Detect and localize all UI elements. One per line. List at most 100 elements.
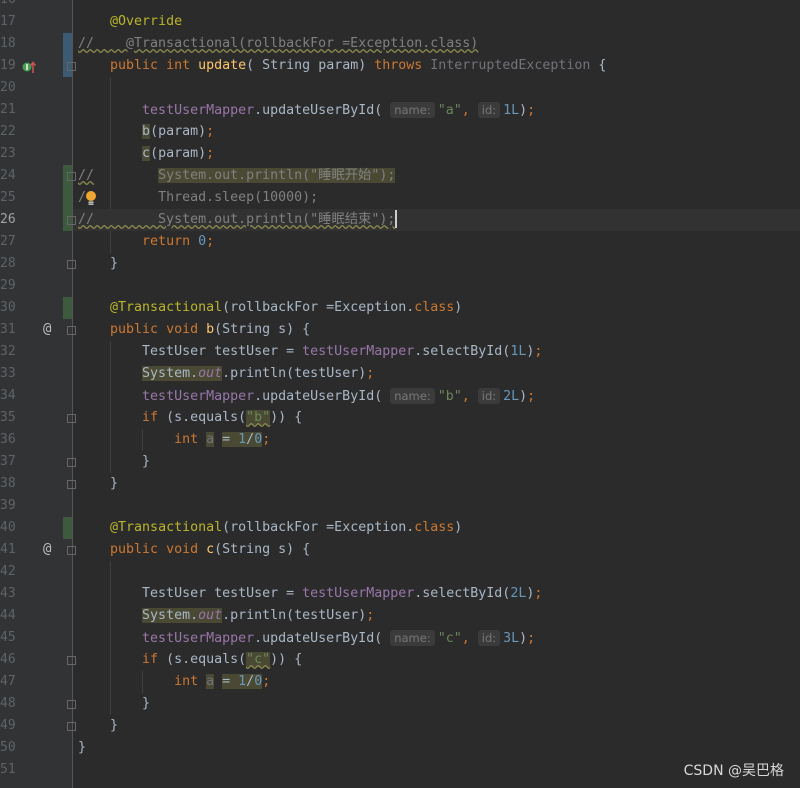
code-line[interactable]: } bbox=[78, 715, 118, 737]
line-number[interactable]: 51 bbox=[0, 759, 18, 781]
code-line[interactable]: System.out.println(testUser); bbox=[78, 363, 374, 385]
line-number[interactable]: 47 bbox=[0, 671, 18, 693]
code-token: } bbox=[78, 476, 119, 491]
line-number[interactable]: 41 bbox=[0, 539, 18, 561]
code-line[interactable]: if (s.equals("b")) { bbox=[78, 407, 302, 429]
line-number[interactable]: 35 bbox=[0, 407, 18, 429]
fold-icon[interactable] bbox=[67, 326, 76, 335]
line-number[interactable]: 18 bbox=[0, 33, 18, 55]
code-line[interactable]: @Transactional(rollbackFor =Exception.cl… bbox=[78, 297, 462, 319]
line-number[interactable]: 22 bbox=[0, 121, 18, 143]
code-line[interactable]: @Transactional(rollbackFor =Exception.cl… bbox=[78, 517, 462, 539]
line-number[interactable]: 27 bbox=[0, 231, 18, 253]
line-number[interactable]: 33 bbox=[0, 363, 18, 385]
code-line[interactable]: TestUser testUser = testUserMapper.selec… bbox=[78, 583, 542, 605]
code-line[interactable]: testUserMapper.updateUserById( name: "a",… bbox=[78, 99, 535, 121]
fold-icon[interactable] bbox=[67, 480, 76, 489]
code-line[interactable]: testUserMapper.updateUserById( name: "b",… bbox=[78, 385, 535, 407]
code-line[interactable]: } bbox=[78, 737, 86, 759]
code-line[interactable]: public void b(String s) { bbox=[78, 319, 310, 341]
fold-icon[interactable] bbox=[67, 414, 76, 423]
lightbulb-icon[interactable] bbox=[85, 190, 97, 210]
line-number[interactable]: 31 bbox=[0, 319, 18, 341]
line-number[interactable]: 21 bbox=[0, 99, 18, 121]
overrides-icon[interactable]: @ bbox=[43, 321, 51, 337]
line-number[interactable]: 25 bbox=[0, 187, 18, 209]
line-number[interactable]: 24 bbox=[0, 165, 18, 187]
code-token: )) { bbox=[270, 652, 303, 667]
code-line[interactable]: } bbox=[78, 451, 150, 473]
fold-icon[interactable] bbox=[67, 62, 76, 71]
code-token: public void bbox=[110, 542, 207, 557]
code-token: (rollbackFor =Exception. bbox=[222, 520, 415, 535]
code-line[interactable]: } bbox=[78, 253, 118, 275]
code-token: / bbox=[246, 674, 255, 689]
line-number[interactable]: 34 bbox=[0, 385, 18, 407]
code-token: c bbox=[206, 542, 215, 557]
code-line[interactable]: public void c(String s) { bbox=[78, 539, 310, 561]
fold-icon[interactable] bbox=[67, 722, 76, 731]
line-number[interactable]: 45 bbox=[0, 627, 18, 649]
overrides-icon[interactable]: @ bbox=[43, 541, 51, 557]
code-line[interactable]: } bbox=[78, 473, 118, 495]
code-token: = bbox=[222, 432, 239, 447]
change-marker[interactable] bbox=[63, 517, 72, 539]
line-number[interactable]: 26 bbox=[0, 209, 18, 231]
line-number[interactable]: 40 bbox=[0, 517, 18, 539]
code-line[interactable]: System.out.println(testUser); bbox=[78, 605, 374, 627]
code-line[interactable]: // System.out.println("睡眠结束"); bbox=[78, 209, 398, 231]
line-number[interactable]: 16 bbox=[0, 0, 18, 11]
code-line[interactable]: testUserMapper.updateUserById( name: "c",… bbox=[78, 627, 535, 649]
fold-icon[interactable] bbox=[67, 260, 76, 269]
code-line[interactable]: return 0; bbox=[78, 231, 214, 253]
change-marker[interactable] bbox=[63, 297, 72, 319]
code-token: ( String param) bbox=[246, 58, 375, 73]
change-marker[interactable] bbox=[63, 33, 72, 55]
code-line[interactable]: if (s.equals("c")) { bbox=[78, 649, 302, 671]
code-line[interactable]: @Override bbox=[78, 11, 182, 33]
line-number[interactable]: 39 bbox=[0, 495, 18, 517]
code-line[interactable]: // @Transactional(rollbackFor =Exception… bbox=[78, 33, 478, 55]
code-token: b bbox=[142, 124, 151, 139]
line-number[interactable]: 44 bbox=[0, 605, 18, 627]
line-number[interactable]: 30 bbox=[0, 297, 18, 319]
fold-icon[interactable] bbox=[67, 172, 76, 181]
code-line[interactable]: } bbox=[78, 693, 150, 715]
line-number[interactable]: 50 bbox=[0, 737, 18, 759]
fold-icon[interactable] bbox=[67, 216, 76, 225]
change-marker[interactable] bbox=[63, 187, 72, 209]
code-line[interactable]: / Thread.sleep(10000); bbox=[78, 187, 318, 209]
line-number[interactable]: 32 bbox=[0, 341, 18, 363]
line-number[interactable]: 48 bbox=[0, 693, 18, 715]
line-number[interactable]: 42 bbox=[0, 561, 18, 583]
fold-icon[interactable] bbox=[67, 546, 76, 555]
line-number[interactable]: 46 bbox=[0, 649, 18, 671]
code-line[interactable]: int a = 1/0; bbox=[78, 429, 270, 451]
code-token: / bbox=[246, 432, 255, 447]
code-line[interactable]: TestUser testUser = testUserMapper.selec… bbox=[78, 341, 542, 363]
fold-icon[interactable] bbox=[67, 458, 76, 467]
line-number[interactable]: 28 bbox=[0, 253, 18, 275]
line-number[interactable]: 19 bbox=[0, 55, 18, 77]
line-number[interactable]: 36 bbox=[0, 429, 18, 451]
line-number[interactable]: 43 bbox=[0, 583, 18, 605]
code-line[interactable]: // System.out.println("睡眠开始"); bbox=[78, 165, 396, 187]
code-line[interactable]: b(param); bbox=[78, 121, 214, 143]
line-number[interactable]: 20 bbox=[0, 77, 18, 99]
code-line[interactable]: int a = 1/0; bbox=[78, 671, 270, 693]
implements-method-icon[interactable] bbox=[22, 60, 38, 78]
line-number[interactable]: 38 bbox=[0, 473, 18, 495]
fold-icon[interactable] bbox=[67, 656, 76, 665]
fold-icon[interactable] bbox=[67, 700, 76, 709]
line-number[interactable]: 49 bbox=[0, 715, 18, 737]
code-token: testUserMapper bbox=[142, 389, 255, 404]
line-number[interactable]: 23 bbox=[0, 143, 18, 165]
line-number[interactable]: 17 bbox=[0, 11, 18, 33]
code-line[interactable]: c(param); bbox=[78, 143, 214, 165]
line-number[interactable]: 37 bbox=[0, 451, 18, 473]
line-number[interactable]: 29 bbox=[0, 275, 18, 297]
code-line[interactable]: public int update( String param) throws … bbox=[78, 55, 606, 77]
